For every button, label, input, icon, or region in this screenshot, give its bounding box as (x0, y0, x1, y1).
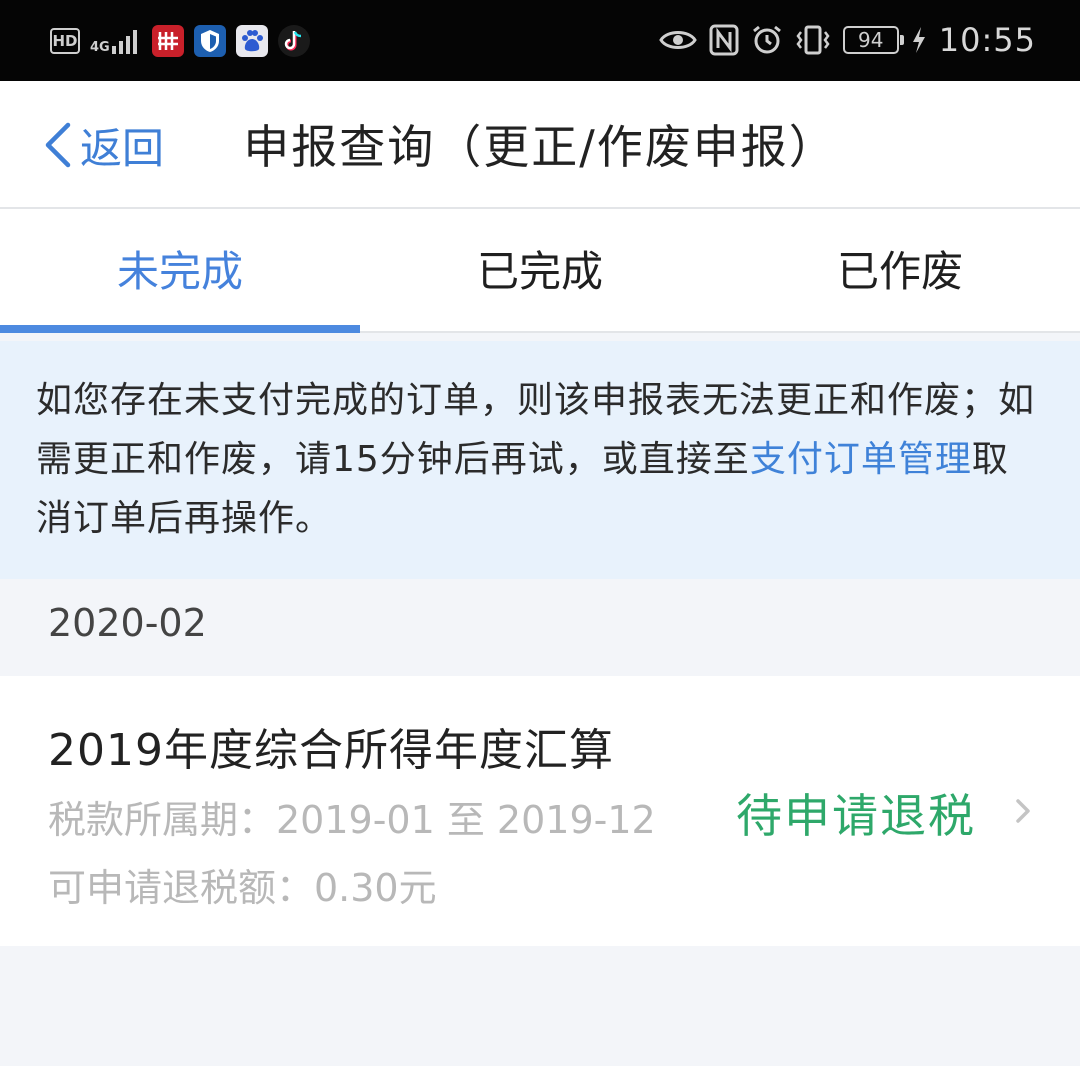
tab-label: 未完成 (116, 246, 243, 296)
eye-icon (659, 31, 697, 49)
record-refund-amount: 可申请退税额：0.30元 (48, 866, 437, 910)
tab-voided[interactable]: 已作废 (720, 209, 1080, 331)
tab-label: 已完成 (476, 246, 603, 296)
nav-bar: 返回 申报查询（更正/作废申报） (0, 81, 1080, 209)
hd-icon: HD (50, 28, 80, 54)
status-bar: HD 4G 94 10:55 (0, 0, 1080, 81)
page-title: 申报查询（更正/作废申报） (243, 120, 837, 174)
month-header: 2020-02 (0, 579, 1080, 676)
battery-level: 94 (858, 28, 884, 52)
tab-unfinished[interactable]: 未完成 (0, 209, 360, 333)
record-title: 2019年度综合所得年度汇算 (48, 725, 614, 776)
battery-icon: 94 (842, 26, 904, 54)
record-item[interactable]: 2019年度综合所得年度汇算 税款所属期：2019-01 至 2019-12 可… (0, 676, 1080, 946)
tab-bar: 未完成 已完成 已作废 (0, 209, 1080, 333)
network-type-label: 4G (90, 40, 110, 55)
payment-order-management-link[interactable]: 支付订单管理 (750, 439, 972, 480)
baidu-app-icon (235, 25, 268, 57)
shield-app-icon (193, 25, 226, 57)
chevron-right-icon (1016, 799, 1030, 823)
tab-finished[interactable]: 已完成 (360, 209, 720, 331)
tab-label: 已作废 (836, 246, 963, 296)
status-bar-left: HD 4G (50, 22, 310, 60)
status-bar-right: 94 10:55 (659, 18, 1036, 62)
signal-4g-icon: 4G (90, 28, 142, 54)
tiktok-app-icon (277, 25, 310, 57)
nfc-icon (709, 24, 739, 56)
alarm-icon (752, 25, 781, 54)
clock-time: 10:55 (938, 21, 1036, 59)
notice-banner: 如您存在未支付完成的订单，则该申报表无法更正和作废；如需更正和作废，请15分钟后… (0, 341, 1080, 579)
vibrate-icon (796, 25, 830, 55)
app-red-icon (151, 25, 184, 57)
record-status: 待申请退税 (736, 789, 976, 843)
charging-icon (912, 27, 925, 53)
record-period: 税款所属期：2019-01 至 2019-12 (48, 798, 656, 842)
